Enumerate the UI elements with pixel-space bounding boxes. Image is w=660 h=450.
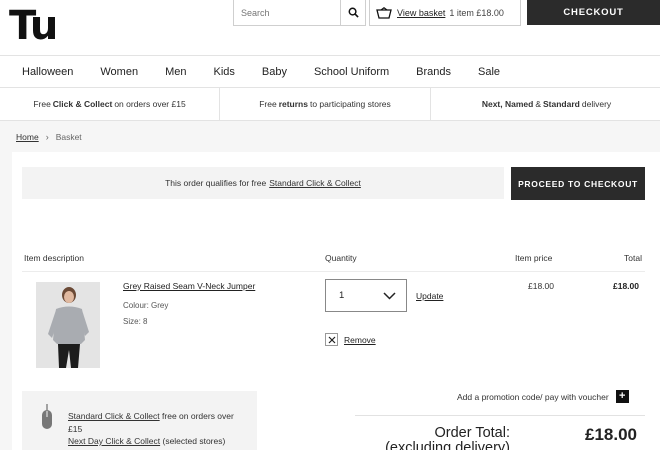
- search-box: [233, 0, 366, 26]
- basket-page: Home › Basket This order qualifies for f…: [0, 121, 660, 450]
- checkout-button[interactable]: CHECKOUT: [527, 0, 660, 25]
- qualifies-text: This order qualifies for free: [165, 178, 267, 188]
- search-input[interactable]: [234, 0, 340, 25]
- benefit-returns[interactable]: Free returns to participating stores: [220, 88, 431, 120]
- basket-summary[interactable]: View basket 1 item £18.00: [369, 0, 521, 26]
- benefit-text: Free: [33, 99, 51, 109]
- tu-logo[interactable]: Tu: [9, 4, 58, 48]
- nav-item-baby[interactable]: Baby: [262, 66, 287, 78]
- benefit-highlight: returns: [278, 99, 308, 109]
- delivery-line-1: Standard Click & Collect free on orders …: [68, 410, 248, 436]
- remove-item[interactable]: Remove: [325, 333, 376, 346]
- header-item-description: Item description: [24, 253, 84, 263]
- benefit-text: delivery: [581, 99, 612, 109]
- qualifies-banner: This order qualifies for free Standard C…: [22, 167, 504, 199]
- benefit-highlight: Click & Collect: [52, 99, 113, 109]
- nav-item-women[interactable]: Women: [100, 66, 138, 78]
- chevron-right-icon: ›: [45, 132, 49, 142]
- product-photo: [36, 282, 100, 368]
- benefit-text: to participating stores: [309, 99, 391, 109]
- basket-card: This order qualifies for free Standard C…: [12, 152, 660, 450]
- benefit-click-collect[interactable]: Free Click & Collect on orders over £15: [0, 88, 220, 120]
- nav-item-kids[interactable]: Kids: [213, 66, 234, 78]
- delivery-line-2: Next Day Click & Collect (selected store…: [68, 436, 225, 446]
- remove-link[interactable]: Remove: [344, 335, 376, 345]
- product-colour: Colour: Grey: [123, 301, 169, 310]
- benefit-text: on orders over £15: [114, 99, 186, 109]
- site-header: Tu View basket 1 item £18.00 CHECKOUT: [0, 0, 660, 56]
- quantity-value: 1: [339, 290, 345, 301]
- header-quantity: Quantity: [325, 253, 357, 263]
- proceed-to-checkout-button[interactable]: PROCEED TO CHECKOUT: [511, 167, 645, 200]
- order-total-value: £18.00: [585, 425, 637, 444]
- breadcrumb: Home › Basket: [16, 132, 82, 142]
- delivery-info-box: Standard Click & Collect free on orders …: [22, 391, 257, 450]
- search-button[interactable]: [340, 0, 365, 25]
- nav-item-school-uniform[interactable]: School Uniform: [314, 66, 389, 78]
- nav-item-halloween[interactable]: Halloween: [22, 66, 73, 78]
- search-icon: [348, 7, 359, 18]
- product-size: Size: 8: [123, 317, 148, 326]
- nav-item-sale[interactable]: Sale: [478, 66, 500, 78]
- header-item-price: Item price: [515, 253, 553, 263]
- basket-icon: [376, 6, 392, 19]
- view-basket-link[interactable]: View basket: [397, 8, 445, 18]
- nav-item-men[interactable]: Men: [165, 66, 186, 78]
- benefit-highlight: Standard: [543, 99, 580, 109]
- product-image[interactable]: [36, 282, 100, 368]
- breadcrumb-home[interactable]: Home: [16, 132, 39, 142]
- close-icon: [325, 333, 338, 346]
- benefit-text: Free: [259, 99, 277, 109]
- total-divider: [355, 415, 645, 416]
- table-divider: [22, 271, 645, 272]
- next-day-click-collect-link[interactable]: Next Day Click & Collect: [68, 436, 160, 446]
- product-name-link[interactable]: Grey Raised Seam V-Neck Jumper: [123, 281, 255, 291]
- delivery-line-2-text: (selected stores): [162, 436, 226, 446]
- standard-click-collect-link[interactable]: Standard Click & Collect: [68, 411, 160, 421]
- basket-count: 1 item £18.00: [449, 7, 504, 18]
- benefits-bar: Free Click & Collect on orders over £15 …: [0, 88, 660, 121]
- promotion-code-toggle[interactable]: Add a promotion code/ pay with voucher +: [457, 390, 629, 403]
- order-total-label: Order Total: (excluding delivery): [385, 425, 510, 450]
- item-price: £18.00: [528, 281, 554, 291]
- chevron-down-icon: [383, 291, 396, 300]
- quantity-select[interactable]: 1: [325, 279, 407, 312]
- benefit-highlight: Next, Named: [481, 99, 534, 109]
- click-collect-icon: [42, 404, 52, 429]
- header-total: Total: [624, 253, 642, 263]
- promotion-code-label: Add a promotion code/ pay with voucher: [457, 391, 609, 402]
- plus-icon[interactable]: +: [615, 390, 629, 403]
- item-total: £18.00: [613, 281, 639, 291]
- nav-item-brands[interactable]: Brands: [416, 66, 451, 78]
- benefit-text: &: [535, 99, 542, 109]
- main-nav: Halloween Women Men Kids Baby School Uni…: [0, 56, 660, 88]
- update-link[interactable]: Update: [416, 291, 443, 301]
- benefit-delivery[interactable]: Next, Named & Standard delivery: [431, 88, 660, 120]
- qualifies-link[interactable]: Standard Click & Collect: [269, 178, 361, 188]
- breadcrumb-current: Basket: [55, 132, 82, 142]
